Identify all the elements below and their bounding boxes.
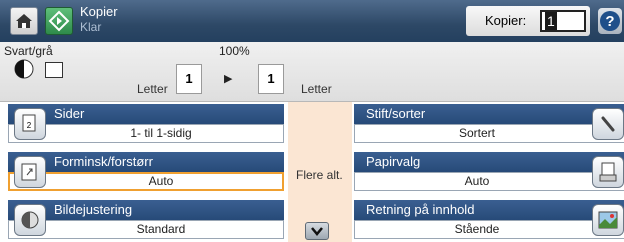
darkness-icon xyxy=(14,59,34,79)
svg-text:2: 2 xyxy=(27,121,32,130)
home-button[interactable] xyxy=(10,7,38,35)
output-paper-size: Letter xyxy=(301,82,332,96)
start-copy-icon xyxy=(48,10,70,32)
sides-value: 1- til 1-sidig xyxy=(8,124,284,143)
content-orientation-value: Stående xyxy=(354,220,624,239)
copies-input[interactable]: 1 xyxy=(540,10,586,32)
copies-label: Kopier: xyxy=(485,13,527,28)
sides-icon: 2 xyxy=(14,108,46,140)
more-options-label: Flere alt. xyxy=(296,168,343,182)
sides-title: Sider xyxy=(8,104,284,124)
scroll-down-button[interactable] xyxy=(305,222,329,240)
zoom-label: 100% xyxy=(219,44,250,58)
paper-tray-icon xyxy=(592,156,624,188)
reduce-enlarge-title: Forminsk/forstørr xyxy=(8,152,284,172)
image-adjust-icon xyxy=(14,204,46,236)
paper-select-value: Auto xyxy=(354,172,624,191)
arrow-right-icon: ▶ xyxy=(224,73,233,85)
content-orientation-title: Retning på innhold xyxy=(354,200,624,220)
help-icon: ? xyxy=(600,11,620,31)
color-mode-label: Svart/grå xyxy=(4,44,53,58)
staple-collate-value: Sortert xyxy=(354,124,624,143)
paper-select-option[interactable]: Papirvalg Auto xyxy=(354,152,624,192)
reduce-enlarge-value: Auto xyxy=(8,172,284,191)
svg-text:?: ? xyxy=(605,13,614,30)
home-icon xyxy=(16,14,32,28)
status-text: Klar xyxy=(80,20,102,34)
start-copy-button[interactable] xyxy=(45,7,73,35)
reduce-enlarge-option[interactable]: Forminsk/forstørr Auto xyxy=(8,152,284,192)
orientation-icon xyxy=(592,204,624,236)
content-orientation-option[interactable]: Retning på innhold Stående xyxy=(354,200,624,240)
copies-value: 1 xyxy=(545,12,557,30)
staple-collate-option[interactable]: Stift/sorter Sortert xyxy=(354,104,624,144)
input-paper-size: Letter xyxy=(137,82,168,96)
image-adjust-value: Standard xyxy=(8,220,284,239)
reduce-enlarge-icon xyxy=(14,156,46,188)
image-adjust-option[interactable]: Bildejustering Standard xyxy=(8,200,284,240)
paper-select-title: Papirvalg xyxy=(354,152,624,172)
help-button[interactable]: ? xyxy=(598,8,622,34)
app-title: Kopier xyxy=(80,4,118,19)
sides-option[interactable]: Sider 1- til 1-sidig 2 xyxy=(8,104,284,144)
scroll-down-icon xyxy=(311,227,323,236)
output-copies-box: 1 xyxy=(258,64,284,94)
staple-collate-title: Stift/sorter xyxy=(354,104,624,124)
staple-icon xyxy=(592,108,624,140)
document-icon xyxy=(45,62,63,78)
input-copies-box: 1 xyxy=(176,64,202,94)
image-adjust-title: Bildejustering xyxy=(8,200,284,220)
